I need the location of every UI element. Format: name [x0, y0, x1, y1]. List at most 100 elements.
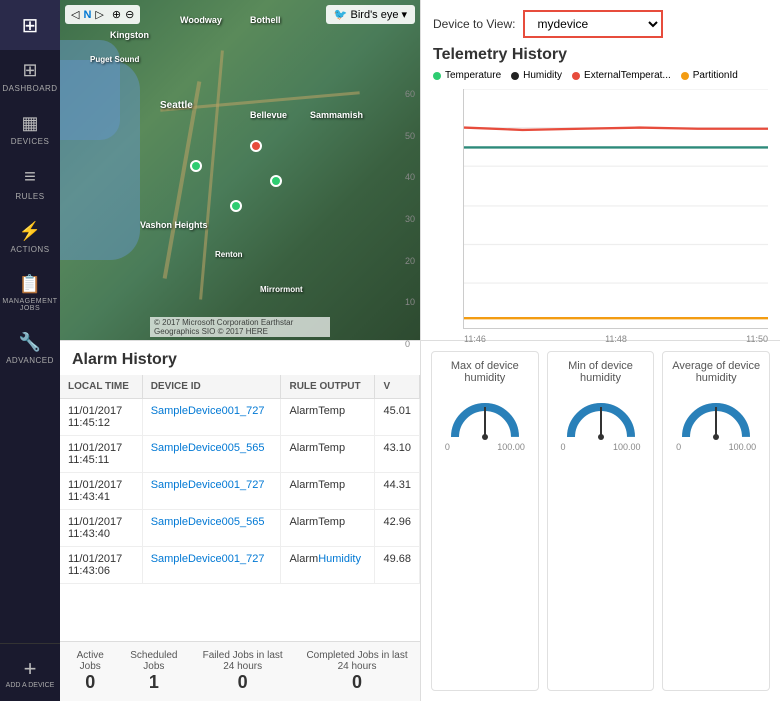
device-selector: Device to View: mydevice [433, 10, 768, 38]
chart-xaxis: 11:46 11:48 11:50 [464, 334, 768, 344]
map-label-kingston: Kingston [110, 30, 149, 40]
job-completed-label: Completed Jobs in last 24 hours [306, 650, 408, 672]
alarm-rule: AlarmTemp [281, 510, 375, 547]
telemetry-title: Telemetry History [433, 46, 768, 64]
alarm-time: 11/01/2017 11:43:40 [60, 510, 142, 547]
map-marker-green-1 [190, 160, 202, 172]
map-zoom-out[interactable]: ⊖ [125, 8, 134, 21]
map-label-bothell: Bothell [250, 15, 281, 25]
sidebar-item-management-jobs[interactable]: 📋 MANAGEMENTJOBS [0, 264, 60, 322]
legend-dot-temperature [433, 72, 441, 80]
bottom-section: Alarm History LOCAL TIME DEVICE ID RULE … [60, 340, 780, 701]
map-nav-left[interactable]: ◁ [71, 8, 79, 21]
legend-dot-externaltemp [572, 72, 580, 80]
alarm-rule: AlarmTemp [281, 436, 375, 473]
alarm-table-row: 11/01/2017 11:45:12SampleDevice001_727Al… [60, 399, 420, 436]
sidebar-item-advanced[interactable]: 🔧 ADVANCED [0, 322, 60, 375]
gauge-max-svg [445, 392, 525, 442]
alarm-device[interactable]: SampleDevice001_727 [142, 547, 281, 584]
sidebar-item-dashboard[interactable]: ⊞ DASHBOARD [0, 50, 60, 103]
gauge-max-min: 0 [445, 442, 450, 452]
sidebar-item-label: DEVICES [11, 137, 50, 146]
col-device-id: DEVICE ID [142, 375, 281, 399]
gauge-avg: Average of devicehumidity 0 100.00 [662, 351, 770, 691]
gauge-max-max: 100.00 [497, 442, 525, 452]
y-label-30: 30 [405, 214, 415, 224]
x-label-1150: 11:50 [746, 334, 768, 344]
map-label-woodway: Woodway [180, 15, 222, 25]
gauge-avg-max: 100.00 [729, 442, 757, 452]
map-label-seattle: Seattle [160, 100, 193, 111]
map-zoom-in[interactable]: ⊕ [112, 8, 121, 21]
map-marker-green-3 [230, 200, 242, 212]
map-nav-right[interactable]: ▷ [95, 8, 103, 21]
map-background: Kingston Woodway Puget Sound Seattle Bel… [60, 0, 420, 340]
legend-externaltemp: ExternalTemperat... [572, 70, 671, 81]
map-compass: N [83, 9, 91, 21]
job-failed-value: 0 [238, 672, 248, 693]
job-failed-label: Failed Jobs in last 24 hours [199, 650, 286, 672]
legend-label-temperature: Temperature [445, 70, 501, 81]
map-marker-red [250, 140, 262, 152]
map-label-sammamish: Sammamish [310, 110, 363, 120]
sidebar-item-label: DASHBOARD [2, 84, 57, 93]
gauge-avg-svg [676, 392, 756, 442]
chart-svg [464, 89, 768, 323]
gauge-min-title: Min of devicehumidity [568, 360, 633, 384]
job-active-label: Active Jobs [72, 650, 108, 672]
alarm-device[interactable]: SampleDevice001_727 [142, 399, 281, 436]
legend-humidity: Humidity [511, 70, 562, 81]
legend-partitionid: PartitionId [681, 70, 738, 81]
add-device-label: ADD A DEVICE [6, 682, 55, 689]
alarm-device[interactable]: SampleDevice001_727 [142, 473, 281, 510]
telemetry-panel: Device to View: mydevice Telemetry Histo… [420, 0, 780, 340]
map-toolbar[interactable]: ◁ N ▷ ⊕ ⊖ [65, 5, 140, 24]
alarm-scroll-wrap[interactable]: LOCAL TIME DEVICE ID RULE OUTPUT V 11/01… [60, 375, 420, 641]
map-marker-green-2 [270, 175, 282, 187]
humidity-panel: Max of devicehumidity 0 [420, 340, 780, 701]
sidebar-item-actions[interactable]: ⚡ ACTIONS [0, 211, 60, 264]
gauge-max-range: 0 100.00 [445, 442, 525, 452]
advanced-icon: 🔧 [19, 332, 41, 353]
add-device-button[interactable]: + ADD A DEVICE [0, 643, 60, 701]
telemetry-legend: Temperature Humidity ExternalTemperat...… [433, 70, 768, 81]
chart-wrapper: 60 50 40 30 20 10 0 [433, 89, 768, 349]
gauge-min-visual [561, 392, 641, 442]
device-select[interactable]: mydevice [523, 10, 663, 38]
gauge-min-max: 100.00 [613, 442, 641, 452]
y-label-20: 20 [405, 256, 415, 266]
map-birdeye-button[interactable]: 🐦 Bird's eye ▾ [326, 5, 415, 24]
map-road-3 [199, 50, 224, 299]
actions-icon: ⚡ [19, 221, 41, 242]
alarm-table-row: 11/01/2017 11:43:06SampleDevice001_727Al… [60, 547, 420, 584]
gauge-min-svg [561, 392, 641, 442]
gauge-max: Max of devicehumidity 0 [431, 351, 539, 691]
top-section: Kingston Woodway Puget Sound Seattle Bel… [60, 0, 780, 340]
gauge-avg-visual [676, 392, 756, 442]
map-container: Kingston Woodway Puget Sound Seattle Bel… [60, 0, 420, 340]
alarm-rule: AlarmHumidity [281, 547, 375, 584]
management-icon: 📋 [19, 274, 41, 295]
sidebar-item-rules[interactable]: ≡ RULES [0, 156, 60, 211]
gauge-min: Min of devicehumidity 0 100.00 [547, 351, 655, 691]
alarm-value: 44.31 [375, 473, 420, 510]
legend-label-humidity: Humidity [523, 70, 562, 81]
sidebar-logo: ⊞ [0, 0, 60, 50]
x-label-1146: 11:46 [464, 334, 486, 344]
main-content: Kingston Woodway Puget Sound Seattle Bel… [60, 0, 780, 701]
birdeye-label: Bird's eye [351, 9, 399, 21]
map-label-puget: Puget Sound [90, 55, 139, 64]
gauge-max-title: Max of devicehumidity [451, 360, 519, 384]
sidebar-item-devices[interactable]: ▦ DEVICES [0, 103, 60, 156]
alarm-device[interactable]: SampleDevice005_565 [142, 436, 281, 473]
alarm-device[interactable]: SampleDevice005_565 [142, 510, 281, 547]
sidebar-item-label: ADVANCED [6, 356, 54, 365]
map-label-renton: Renton [215, 250, 243, 259]
logo-icon: ⊞ [22, 13, 39, 38]
gauge-avg-title: Average of devicehumidity [672, 360, 760, 384]
alarm-value: 45.01 [375, 399, 420, 436]
y-label-50: 50 [405, 131, 415, 141]
y-label-10: 10 [405, 297, 415, 307]
map-label-mirrormont: Mirrormont [260, 285, 303, 294]
alarm-panel: Alarm History LOCAL TIME DEVICE ID RULE … [60, 340, 420, 701]
